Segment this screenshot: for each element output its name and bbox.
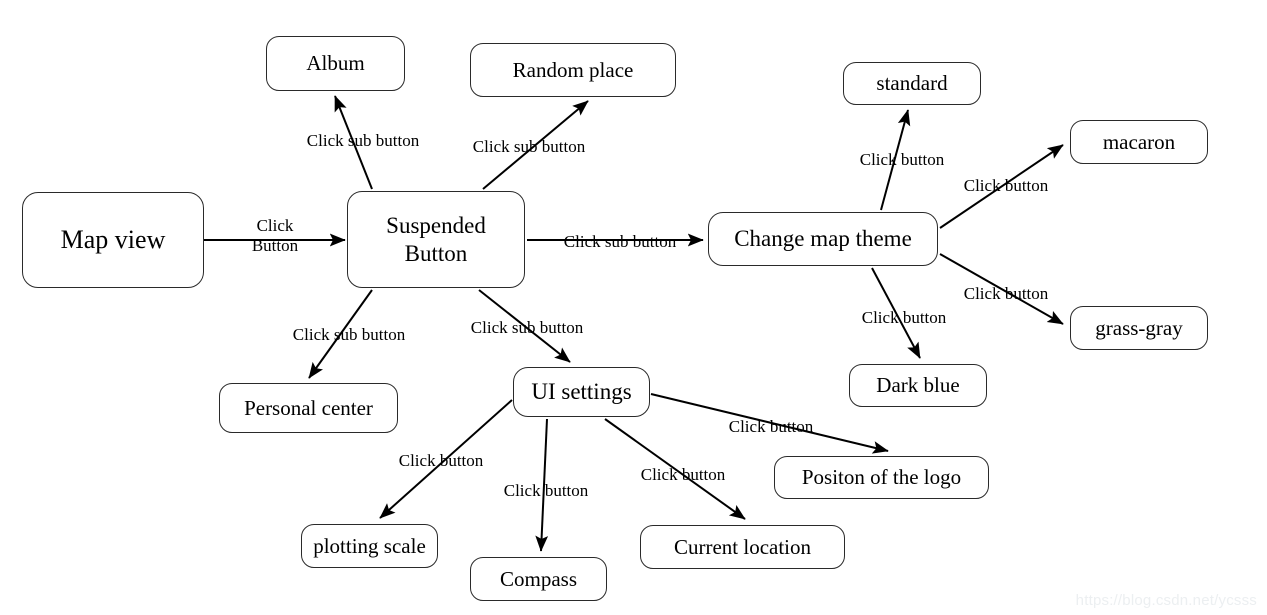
node-dark-blue[interactable]: Dark blue <box>849 364 987 407</box>
edge-label-e-suspended-album: Click sub button <box>306 131 420 150</box>
node-label: Positon of the logo <box>801 465 962 490</box>
node-label: Suspended Button <box>386 213 486 266</box>
edge-label-e-suspended-uisettings: Click sub button <box>470 318 584 337</box>
node-macaron[interactable]: macaron <box>1070 120 1208 164</box>
node-label: plotting scale <box>313 533 426 558</box>
node-position-of-logo[interactable]: Positon of the logo <box>774 456 989 499</box>
edge-label-e-theme-macaron: Click button <box>963 176 1049 195</box>
node-plotting-scale[interactable]: plotting scale <box>301 524 438 568</box>
node-suspended-button[interactable]: Suspended Button <box>347 191 525 288</box>
edge-label-e-suspended-personal: Click sub button <box>292 325 406 344</box>
watermark: https://blog.csdn.net/ycsss <box>1075 592 1257 609</box>
edge-label-e-mapview-suspended: Click Button <box>251 216 299 255</box>
node-personal-center[interactable]: Personal center <box>219 383 398 433</box>
node-label: macaron <box>1102 129 1176 154</box>
node-grass-gray[interactable]: grass-gray <box>1070 306 1208 350</box>
node-label: Compass <box>499 566 577 591</box>
node-label: Personal center <box>244 395 373 420</box>
edge-label-e-uisettings-compass: Click button <box>503 481 589 500</box>
node-current-location[interactable]: Current location <box>640 525 845 569</box>
node-label: UI settings <box>531 379 632 405</box>
node-label: Current location <box>673 534 812 559</box>
node-map-view[interactable]: Map view <box>22 192 204 288</box>
edge-label-e-theme-standard: Click button <box>859 150 945 169</box>
node-label: Dark blue <box>876 373 960 398</box>
node-standard[interactable]: standard <box>843 62 981 105</box>
node-album[interactable]: Album <box>266 36 405 91</box>
node-label: Change map theme <box>734 226 912 252</box>
node-compass[interactable]: Compass <box>470 557 607 601</box>
node-label: standard <box>876 71 948 96</box>
edge-label-e-theme-darkblue: Click button <box>861 308 947 327</box>
node-label: Map view <box>60 224 166 254</box>
edge-label-e-suspended-theme: Click sub button <box>563 232 677 251</box>
node-ui-settings[interactable]: UI settings <box>513 367 650 417</box>
node-change-map-theme[interactable]: Change map theme <box>708 212 938 266</box>
node-label: grass-gray <box>1095 315 1183 340</box>
node-label: Random place <box>512 57 634 82</box>
node-random-place[interactable]: Random place <box>470 43 676 97</box>
edge-label-e-theme-grassgray: Click button <box>963 284 1049 303</box>
flowchart-canvas: Map view Suspended Button Album Random plac… <box>0 0 1267 615</box>
edge-label-e-suspended-random: Click sub button <box>472 137 586 156</box>
node-label: Album <box>306 51 365 76</box>
edge-label-e-uisettings-logopos: Click button <box>728 417 814 436</box>
edge-label-e-uisettings-currentloc: Click button <box>640 465 726 484</box>
edge-label-e-uisettings-plotting: Click button <box>398 451 484 470</box>
